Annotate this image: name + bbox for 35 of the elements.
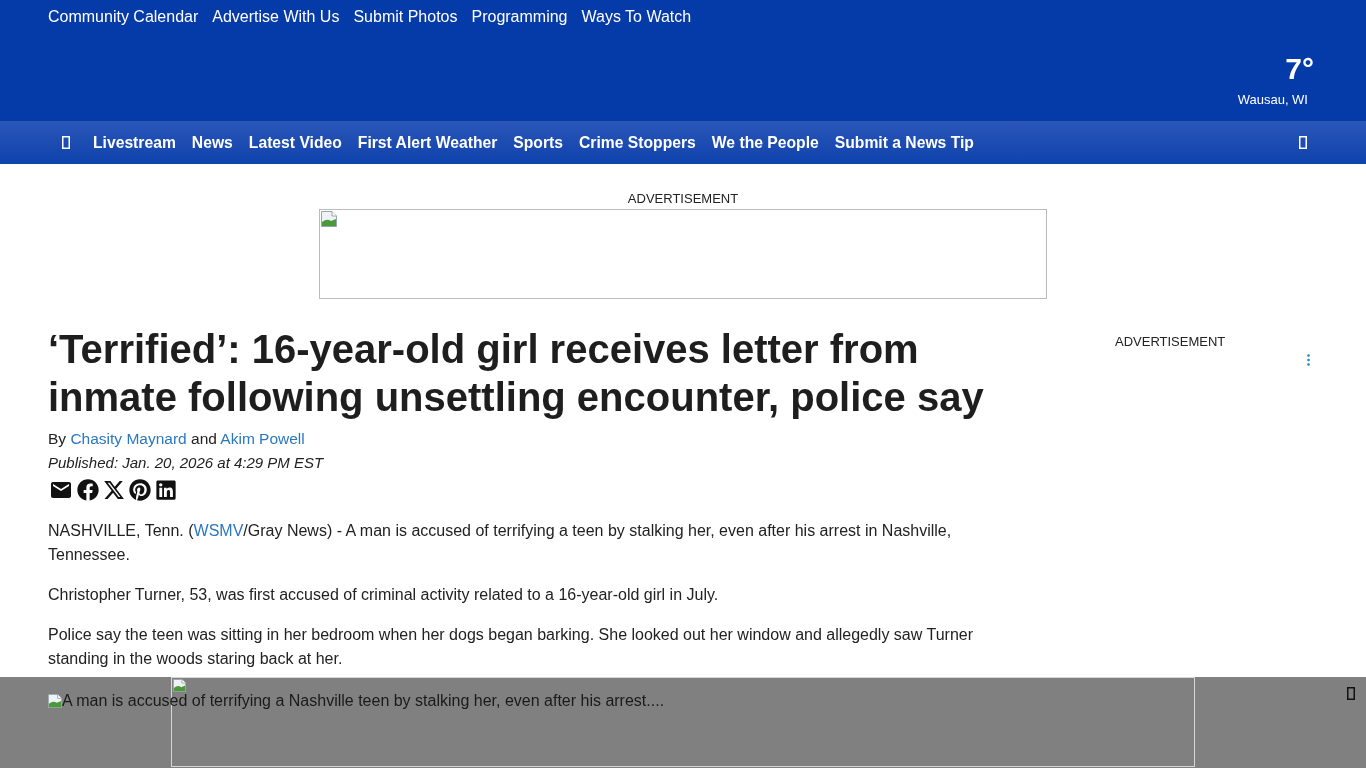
- facebook-icon[interactable]: [77, 479, 99, 501]
- nav-link[interactable]: Latest Video: [248, 131, 342, 154]
- header-link[interactable]: Submit Photos: [353, 6, 458, 27]
- weather-location: Wausau, WI: [1237, 91, 1308, 109]
- linkedin-icon[interactable]: [155, 479, 177, 501]
- article-paragraph: Christopher Turner, 53, was first accused of criminal activity related to a 16-year-old girl in July.: [48, 585, 720, 605]
- nav-link[interactable]: First Alert Weather: [357, 131, 498, 154]
- author-link[interactable]: Chasity Maynard: [70, 430, 187, 447]
- nav-link[interactable]: News: [191, 131, 233, 154]
- nav-link[interactable]: Livestream: [93, 131, 176, 154]
- article-paragraph: Police say the teen was sitting in her bedroom when her dogs began barking. She looked out her window and allegedly saw Turner standing in the woods staring back at her.: [48, 625, 974, 669]
- author-link[interactable]: Akim Powell: [220, 430, 305, 447]
- ad-label: ADVERTISEMENT: [627, 191, 739, 207]
- article-headline: ‘Terrified’: 16-year-old girl receives letter from inmate following unsettling encounter, police say: [48, 326, 985, 421]
- ad-label: ADVERTISEMENT: [1115, 334, 1226, 350]
- temperature: 7°: [1285, 52, 1314, 86]
- nav-link[interactable]: Submit a News Tip: [834, 131, 974, 154]
- source-link[interactable]: WSMV: [193, 522, 244, 539]
- publish-date: Published: Jan. 20, 2026 at 4:29 PM EST: [48, 453, 325, 473]
- nav-link[interactable]: We the People: [711, 131, 819, 154]
- header-link[interactable]: Programming: [471, 6, 568, 27]
- broken-image-icon: [48, 694, 62, 708]
- nav-link[interactable]: Sports: [513, 131, 563, 154]
- x-logo-icon[interactable]: [103, 479, 125, 501]
- article-paragraph: NASHVILLE, Tenn. (WSMV/Gray News) - A man is accused of terrifying a teen by stalking her, even after his arrest in Nashville, Tennessee.: [48, 521, 953, 565]
- broken-image-icon: [321, 211, 337, 227]
- pinterest-icon[interactable]: [129, 479, 151, 501]
- header-link[interactable]: Ways To Watch: [581, 6, 692, 27]
- broken-image-icon: [173, 679, 186, 692]
- header-link[interactable]: Advertise With Us: [212, 6, 340, 27]
- header-link[interactable]: Community Calendar: [48, 6, 199, 27]
- glyph-box-icon[interactable]: [1347, 687, 1355, 700]
- nav-link[interactable]: Crime Stoppers: [579, 131, 696, 154]
- more-options-icon[interactable]: [1307, 354, 1310, 366]
- byline: By Chasity Maynard and Akim Powell: [48, 429, 306, 449]
